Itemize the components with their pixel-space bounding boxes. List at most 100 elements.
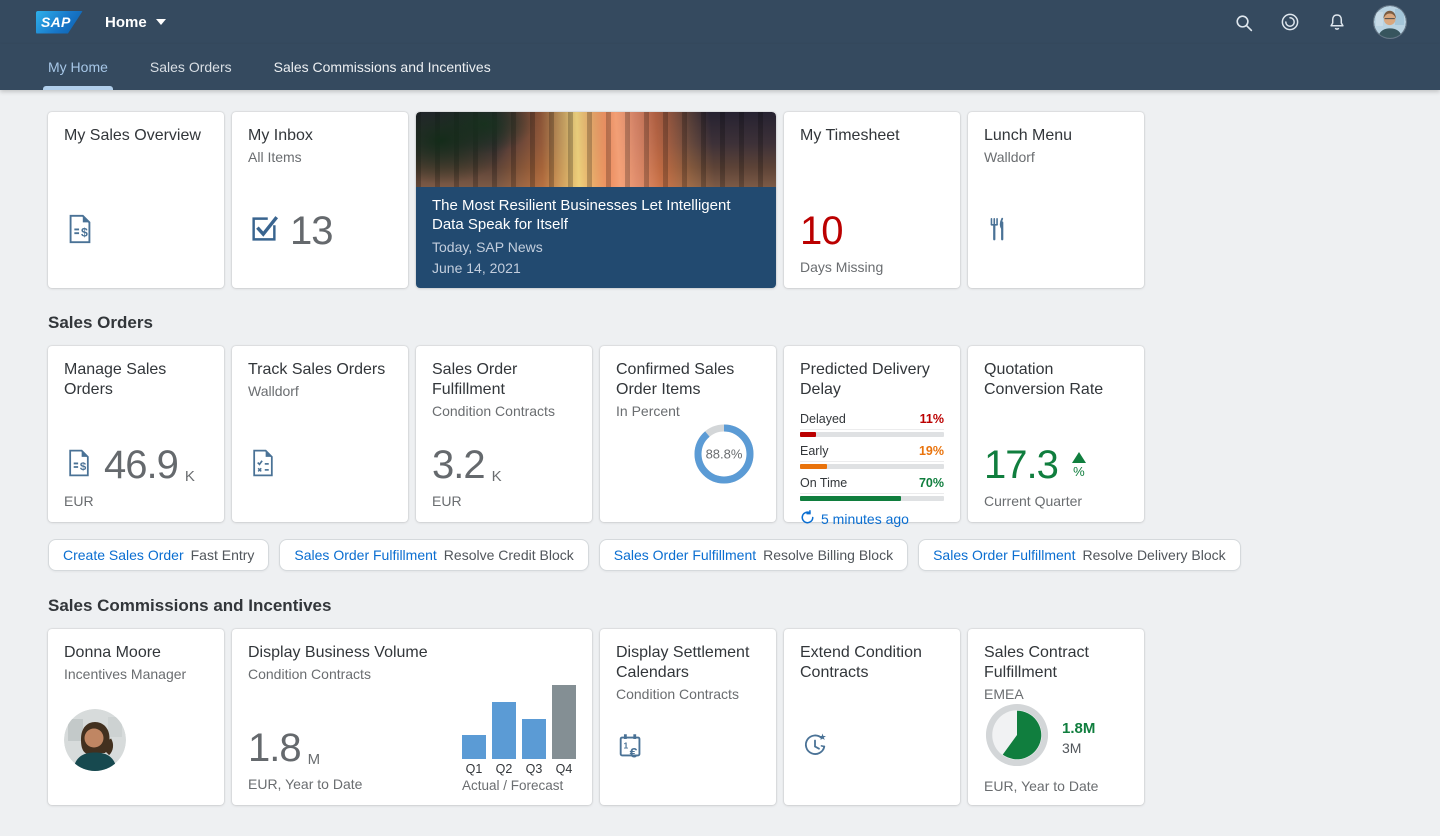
tile-news[interactable]: The Most Resilient Businesses Let Intell… — [416, 112, 776, 288]
meal-icon — [984, 214, 1012, 249]
timesheet-days-missing-value: 10 — [800, 211, 843, 251]
tile-title: Predicted Delivery Delay — [800, 360, 944, 400]
tile-title: Extend Condition Contracts — [800, 643, 944, 683]
bar-q1 — [462, 735, 486, 759]
fulfillment-value: 3.2 — [432, 445, 485, 485]
tile-title: Manage Sales Orders — [64, 360, 208, 400]
tile-subtitle: EMEA — [984, 686, 1128, 702]
tile-subtitle: Condition Contracts — [616, 686, 760, 702]
svg-text:1: 1 — [624, 740, 629, 750]
tile-predicted-delivery-delay[interactable]: Predicted Delivery Delay Delayed 11% Ear… — [784, 346, 960, 522]
quotation-rate-value: 17.3 — [984, 445, 1058, 485]
contact-avatar — [64, 709, 126, 771]
tile-sales-contract-fulfillment[interactable]: Sales Contract Fulfillment EMEA 1.8M 3M … — [968, 629, 1144, 805]
refresh-timestamp[interactable]: 5 minutes ago — [800, 510, 944, 528]
bar-q4 — [552, 685, 576, 759]
sales-document-icon: $ — [64, 448, 94, 483]
search-icon[interactable] — [1233, 12, 1253, 32]
delay-row-early: Early 19% — [800, 444, 944, 469]
section-header-sales-commissions: Sales Commissions and Incentives — [48, 596, 1392, 616]
news-source: Today, SAP News — [432, 238, 760, 257]
tile-sales-order-fulfillment[interactable]: Sales Order Fulfillment Condition Contra… — [416, 346, 592, 522]
chevron-down-icon[interactable] — [156, 19, 166, 25]
tile-footer: EUR — [432, 493, 576, 510]
tile-track-sales-orders[interactable]: Track Sales Orders Walldorf — [232, 346, 408, 522]
tile-title: Display Business Volume — [248, 643, 576, 663]
tile-title: Track Sales Orders — [248, 360, 392, 380]
tile-title: My Inbox — [248, 126, 392, 146]
trend-up-icon — [1072, 452, 1086, 463]
tile-lunch-menu[interactable]: Lunch Menu Walldorf — [968, 112, 1144, 288]
shell-bar: SAP Home — [0, 0, 1440, 44]
tile-extend-condition-contracts[interactable]: Extend Condition Contracts ★ — [784, 629, 960, 805]
tile-display-business-volume[interactable]: Display Business Volume Condition Contra… — [232, 629, 592, 805]
tile-subtitle: Walldorf — [248, 383, 392, 399]
svg-text:€: € — [630, 744, 638, 760]
tile-title: Display Settlement Calendars — [616, 643, 760, 683]
tile-confirmed-sales-order-items[interactable]: Confirmed Sales Order Items In Percent 8… — [600, 346, 776, 522]
tile-title: Sales Contract Fulfillment — [984, 643, 1128, 683]
bar-q3 — [522, 719, 546, 759]
shell-actions — [1233, 6, 1406, 38]
kpi-unit: % — [1073, 464, 1085, 479]
tile-title: My Timesheet — [800, 126, 944, 146]
tile-title: Lunch Menu — [984, 126, 1128, 146]
tile-subtitle: Condition Contracts — [248, 666, 576, 682]
bar-chart-category-labels: Q1 Q2 Q3 Q4 — [462, 762, 576, 776]
confirmed-items-donut-chart: 88.8% — [616, 422, 760, 486]
notifications-bell-icon[interactable] — [1327, 12, 1347, 32]
shell-title[interactable]: Home — [105, 14, 147, 31]
tile-footer: EUR, Year to Date — [984, 778, 1128, 795]
svg-text:$: $ — [81, 225, 88, 239]
tile-my-inbox[interactable]: My Inbox All Items 13 — [232, 112, 408, 288]
copilot-icon[interactable] — [1280, 12, 1300, 32]
business-volume-bar-chart: Q1 Q2 Q3 Q4 Actual / Forecast — [462, 685, 576, 793]
tab-sales-commissions-and-incentives[interactable]: Sales Commissions and Incentives — [274, 44, 491, 90]
tab-sales-orders[interactable]: Sales Orders — [150, 44, 232, 90]
link-resolve-billing-block[interactable]: Sales Order Fulfillment Resolve Billing … — [599, 539, 908, 571]
delay-row-on-time: On Time 70% — [800, 476, 944, 501]
tile-footer: EUR, Year to Date — [248, 776, 362, 793]
tab-bar: My Home Sales Orders Sales Commissions a… — [0, 44, 1440, 90]
tile-my-sales-overview[interactable]: My Sales Overview $ — [48, 112, 224, 288]
tab-my-home[interactable]: My Home — [48, 44, 108, 90]
launchpad-content: My Sales Overview $ My Inbox All Items 1… — [0, 90, 1440, 805]
contact-name: Donna Moore — [64, 643, 208, 663]
sales-orders-quick-links: Create Sales Order Fast Entry Sales Orde… — [48, 539, 1392, 571]
manage-sales-orders-value: 46.9 — [104, 445, 178, 485]
bar-chart-caption: Actual / Forecast — [462, 778, 576, 793]
checklist-document-icon — [248, 448, 278, 483]
tile-quotation-conversion-rate[interactable]: Quotation Conversion Rate 17.3 % Current… — [968, 346, 1144, 522]
sales-orders-tile-row: Manage Sales Orders $ 46.9 K EUR Track S… — [48, 346, 1392, 522]
extend-time-icon: ★ — [800, 731, 830, 766]
inbox-count: 13 — [290, 211, 333, 251]
section-header-sales-orders: Sales Orders — [48, 313, 1392, 333]
tile-title: Sales Order Fulfillment — [432, 360, 576, 400]
kpi-unit: M — [308, 751, 321, 768]
tile-title: Confirmed Sales Order Items — [616, 360, 760, 400]
news-date: June 14, 2021 — [432, 259, 760, 278]
tile-footer: EUR — [64, 493, 208, 510]
svg-text:★: ★ — [819, 732, 827, 742]
home-tile-row: My Sales Overview $ My Inbox All Items 1… — [48, 112, 1392, 288]
user-avatar[interactable] — [1374, 6, 1406, 38]
tile-manage-sales-orders[interactable]: Manage Sales Orders $ 46.9 K EUR — [48, 346, 224, 522]
news-text-panel: The Most Resilient Businesses Let Intell… — [416, 187, 776, 288]
news-headline: The Most Resilient Businesses Let Intell… — [432, 196, 760, 235]
news-image — [416, 112, 776, 187]
tile-my-timesheet[interactable]: My Timesheet 10 Days Missing — [784, 112, 960, 288]
link-create-sales-order-fast-entry[interactable]: Create Sales Order Fast Entry — [48, 539, 269, 571]
link-resolve-credit-block[interactable]: Sales Order Fulfillment Resolve Credit B… — [279, 539, 588, 571]
kpi-unit: K — [185, 468, 195, 485]
sap-logo[interactable]: SAP — [36, 11, 83, 34]
tile-title: My Sales Overview — [64, 126, 208, 146]
tile-footer: Current Quarter — [984, 493, 1128, 510]
link-resolve-delivery-block[interactable]: Sales Order Fulfillment Resolve Delivery… — [918, 539, 1241, 571]
contact-role: Incentives Manager — [64, 666, 208, 682]
inbox-check-icon — [248, 213, 280, 250]
tile-display-settlement-calendars[interactable]: Display Settlement Calendars Condition C… — [600, 629, 776, 805]
tile-donna-moore[interactable]: Donna Moore Incentives Manager — [48, 629, 224, 805]
business-volume-value: 1.8 — [248, 728, 301, 768]
contract-target-value: 3M — [1062, 740, 1095, 756]
svg-text:$: $ — [80, 461, 87, 473]
